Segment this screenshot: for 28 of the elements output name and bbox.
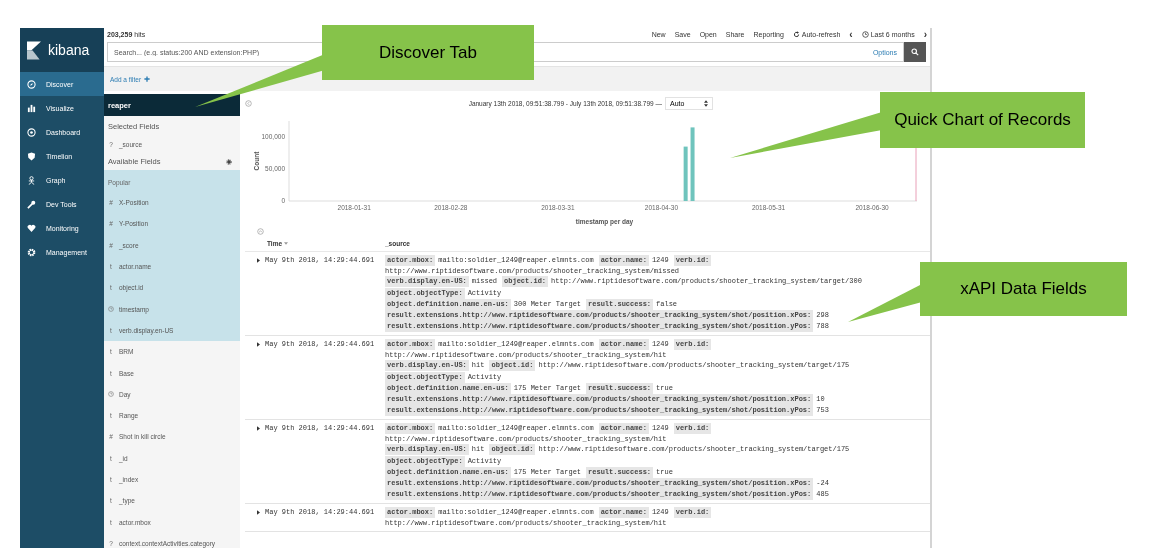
logo-icon [27, 40, 41, 60]
person-icon [27, 175, 36, 185]
expand-icon[interactable] [257, 258, 260, 263]
gear-icon [27, 247, 36, 257]
sort-caret-icon[interactable] [284, 241, 289, 245]
up-down-arrows-icon [704, 99, 709, 107]
next-button[interactable]: › [923, 28, 927, 40]
expand-icon[interactable] [257, 426, 260, 431]
plus-icon[interactable] [144, 76, 151, 82]
bar-chart-icon [27, 103, 36, 113]
previous-button[interactable]: ‹ [849, 28, 853, 40]
gear-icon[interactable] [226, 158, 232, 165]
wrench-icon [27, 199, 36, 209]
clock-icon [108, 391, 114, 398]
callout-box: Quick Chart of Records [880, 92, 1085, 148]
heart-icon [27, 223, 36, 233]
clock-icon [108, 306, 114, 313]
search-icon [911, 48, 919, 56]
shield-icon [27, 151, 36, 161]
clock-icon [861, 30, 869, 38]
expand-icon[interactable] [257, 510, 260, 515]
compass-icon [27, 79, 36, 89]
dashboard-icon [27, 127, 36, 137]
logo-text: kibana [48, 42, 90, 58]
search-button[interactable] [904, 42, 926, 62]
expand-icon[interactable] [257, 342, 260, 347]
refresh-icon [792, 30, 800, 38]
callout-box: Discover Tab [322, 25, 534, 80]
